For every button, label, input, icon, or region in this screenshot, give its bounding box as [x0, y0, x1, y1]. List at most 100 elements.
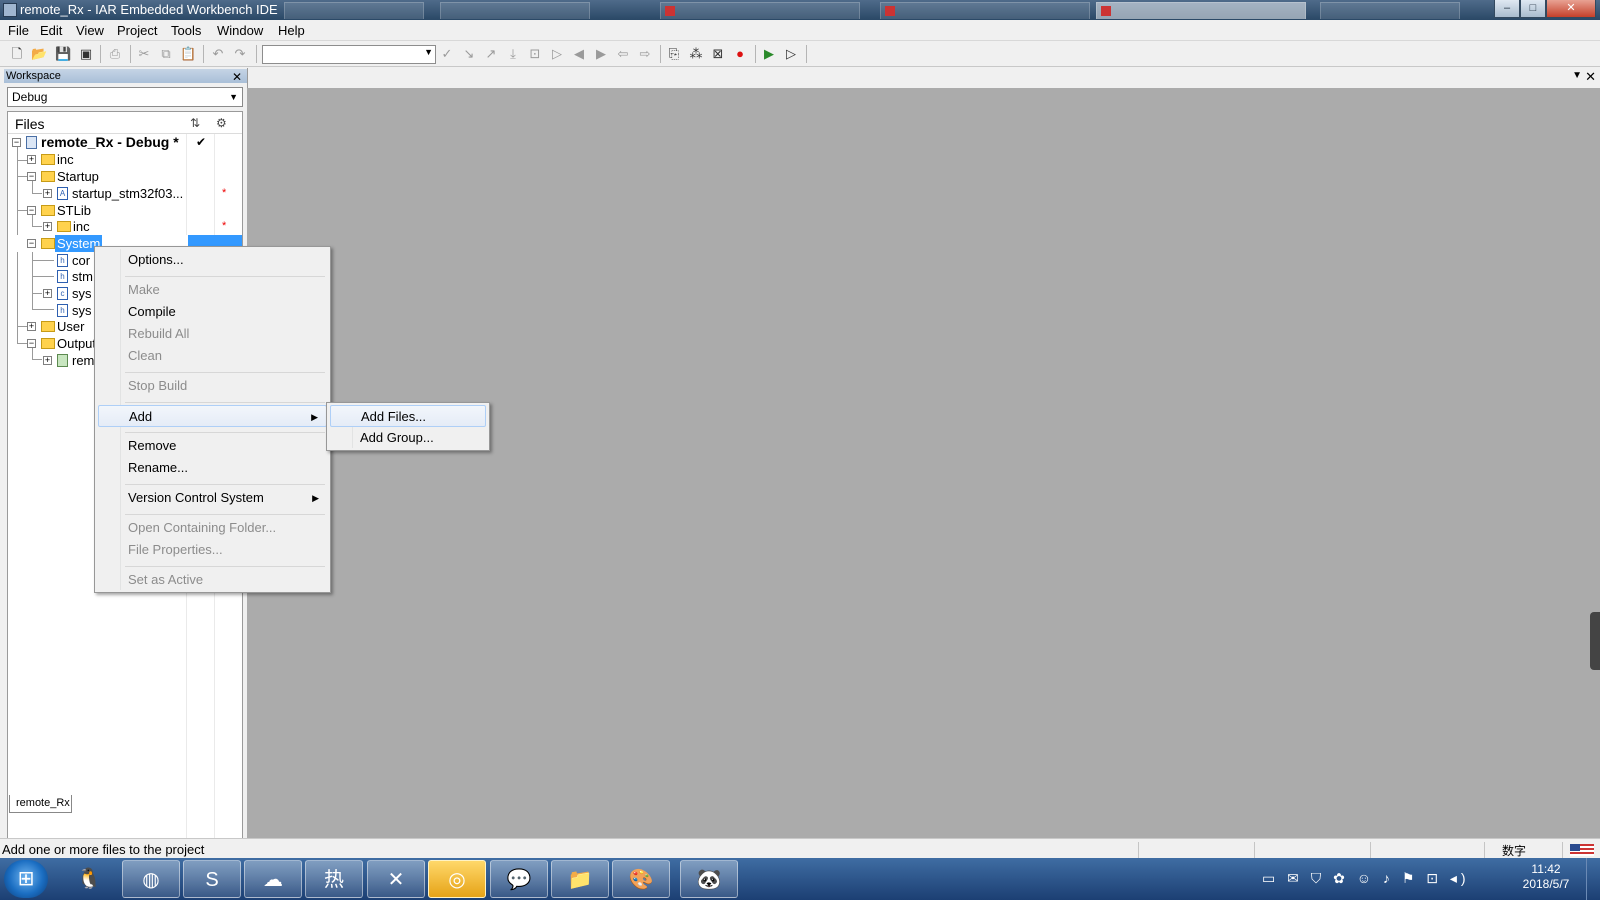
iar-workbench-icon[interactable]: ✕	[367, 860, 425, 898]
menu-help[interactable]: Help	[278, 23, 305, 38]
background-window-tab[interactable]	[284, 2, 424, 19]
menu-item-rebuild-all[interactable]: Rebuild All	[98, 323, 327, 345]
menu-item-set-as-active[interactable]: Set as Active	[98, 569, 327, 591]
configuration-select[interactable]: Debug ▼	[7, 87, 243, 107]
workspace-tab[interactable]: remote_Rx	[9, 795, 72, 813]
undo-icon[interactable]: ↶	[210, 46, 226, 62]
chevron-down-icon[interactable]: ▼	[229, 88, 238, 106]
start-button[interactable]: ⊞	[4, 860, 48, 898]
paint-icon[interactable]: 🎨	[612, 860, 670, 898]
menu-item-rename[interactable]: Rename...	[98, 457, 327, 479]
background-window-tab[interactable]	[660, 2, 860, 19]
collapse-icon[interactable]: −	[27, 339, 36, 348]
expand-icon[interactable]: +	[43, 289, 52, 298]
nav-forward-icon[interactable]: ⇨	[637, 46, 653, 62]
menu-item-clean[interactable]: Clean	[98, 345, 327, 367]
close-icon[interactable]: ✕	[1585, 69, 1596, 85]
tree-row-group[interactable]: − Startup	[8, 168, 242, 185]
navigate-icon[interactable]: ▷	[549, 46, 565, 62]
menu-window[interactable]: Window	[217, 23, 263, 38]
close-icon[interactable]: ✕	[232, 70, 242, 84]
browser-icon[interactable]: ◍	[122, 860, 180, 898]
file-explorer-icon[interactable]: 📁	[551, 860, 609, 898]
redo-icon[interactable]: ↷	[232, 46, 248, 62]
sublime-icon[interactable]: S	[183, 860, 241, 898]
options-icon[interactable]: ⚙	[216, 116, 227, 130]
back-icon[interactable]: ◀	[571, 46, 587, 62]
background-window-tab[interactable]	[1096, 2, 1306, 19]
background-window-tab[interactable]	[880, 2, 1090, 19]
print-icon[interactable]: ⎙	[107, 46, 123, 62]
wechat-icon[interactable]: 💬	[490, 860, 548, 898]
save-icon[interactable]: 💾	[55, 46, 71, 62]
expand-icon[interactable]: +	[27, 155, 36, 164]
system-tray[interactable]: ▭ ✉ ⛉ ✿ ☺ ♪ ⚑ ⊡ ◂)	[1262, 870, 1470, 887]
goto-icon[interactable]: ⊡	[527, 46, 543, 62]
breakpoint-icon[interactable]: ●	[732, 46, 748, 62]
clock[interactable]: 11:42 2018/5/7	[1514, 862, 1578, 892]
baidu-netdisk-icon[interactable]: ☁	[244, 860, 302, 898]
make-icon[interactable]: ⁂	[688, 46, 704, 62]
expand-icon[interactable]: +	[43, 222, 52, 231]
expand-icon[interactable]: +	[27, 322, 36, 331]
tree-row-project[interactable]: − remote_Rx - Debug * ✔	[8, 134, 242, 151]
save-all-icon[interactable]: ▣	[78, 46, 94, 62]
new-file-icon[interactable]: 🗋	[9, 46, 25, 62]
debug-no-download-icon[interactable]: ▷	[783, 46, 799, 62]
compile-icon[interactable]: ⎘	[666, 46, 682, 62]
hot-news-icon[interactable]: 热	[305, 860, 363, 898]
tree-row-group[interactable]: + inc *	[8, 218, 242, 235]
menu-item-add-files[interactable]: Add Files...	[330, 405, 486, 427]
background-window-tab[interactable]	[440, 2, 590, 19]
menu-item-stop-build[interactable]: Stop Build	[98, 375, 327, 397]
menu-item-add[interactable]: Add ▶	[98, 405, 327, 427]
nav-back-icon[interactable]: ⇦	[615, 46, 631, 62]
copy-icon[interactable]: ⧉	[158, 46, 174, 62]
minimize-button[interactable]: –	[1494, 0, 1520, 18]
menu-file[interactable]: File	[8, 23, 29, 38]
menu-item-make[interactable]: Make	[98, 279, 327, 301]
panda-app-icon[interactable]: 🐼	[680, 860, 738, 898]
maximize-button[interactable]: □	[1520, 0, 1546, 18]
menu-item-file-properties[interactable]: File Properties...	[98, 539, 327, 561]
toggle-bookmark-icon[interactable]: ✓	[439, 46, 455, 62]
find-combo[interactable]: ▼	[262, 45, 436, 64]
collapse-icon[interactable]: −	[27, 172, 36, 181]
menu-item-compile[interactable]: Compile	[98, 301, 327, 323]
paste-icon[interactable]: 📋	[180, 46, 196, 62]
prev-bookmark-icon[interactable]: ↗	[483, 46, 499, 62]
menu-project[interactable]: Project	[117, 23, 157, 38]
expand-icon[interactable]: +	[43, 356, 52, 365]
menu-item-add-group[interactable]: Add Group...	[330, 427, 486, 449]
download-debug-icon[interactable]: ▶	[761, 46, 777, 62]
tree-row-file[interactable]: + A startup_stm32f03... *	[8, 185, 242, 202]
background-window-tab[interactable]	[1320, 2, 1460, 19]
close-button[interactable]: ✕	[1546, 0, 1596, 18]
tree-row-group[interactable]: + inc	[8, 151, 242, 168]
menu-item-remove[interactable]: Remove	[98, 435, 327, 457]
chevron-down-icon[interactable]: ▼	[424, 47, 433, 57]
chevron-down-icon[interactable]: ▼	[1572, 70, 1582, 81]
chrome-icon[interactable]: ◎	[428, 860, 486, 898]
find-in-files-icon[interactable]: ⤓	[505, 46, 521, 62]
menu-item-open-containing-folder[interactable]: Open Containing Folder...	[98, 517, 327, 539]
sort-icon[interactable]: ⇅	[190, 116, 200, 130]
expand-icon[interactable]: +	[43, 189, 52, 198]
next-bookmark-icon[interactable]: ↘	[461, 46, 477, 62]
qq-icon[interactable]: 🐧	[60, 860, 118, 898]
collapse-icon[interactable]: −	[12, 138, 21, 147]
cut-icon[interactable]: ✂	[136, 46, 152, 62]
tree-row-group[interactable]: − STLib	[8, 202, 242, 219]
show-desktop-button[interactable]	[1586, 858, 1600, 900]
menu-view[interactable]: View	[76, 23, 104, 38]
menu-item-options[interactable]: Options...	[98, 249, 327, 271]
open-icon[interactable]: 📂	[31, 46, 47, 62]
side-gadget-handle[interactable]	[1590, 612, 1600, 670]
collapse-icon[interactable]: −	[27, 239, 36, 248]
menu-edit[interactable]: Edit	[40, 23, 62, 38]
collapse-icon[interactable]: −	[27, 206, 36, 215]
stop-build-icon[interactable]: ⊠	[710, 46, 726, 62]
menu-tools[interactable]: Tools	[171, 23, 201, 38]
menu-item-version-control[interactable]: Version Control System ▶	[98, 487, 327, 509]
forward-icon[interactable]: ▶	[593, 46, 609, 62]
